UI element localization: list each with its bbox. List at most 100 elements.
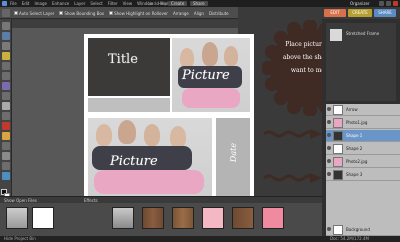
title-block[interactable]: Title bbox=[88, 38, 170, 96]
title-text: Title bbox=[108, 52, 138, 67]
option-auto-select[interactable]: Auto Select Layer bbox=[14, 11, 54, 16]
type-tool-button[interactable] bbox=[2, 102, 10, 110]
canvas-area[interactable]: Title Picture Picture Date bbox=[12, 28, 254, 199]
option-arrange[interactable]: Arrange bbox=[173, 11, 189, 16]
bin-thumbnail[interactable] bbox=[202, 207, 224, 229]
top-photo[interactable]: Picture bbox=[172, 38, 250, 112]
child-figure bbox=[144, 124, 160, 146]
hand-tool-button[interactable] bbox=[2, 42, 10, 50]
option-label: Show Highlight on Rollover bbox=[114, 10, 168, 16]
eraser-tool-button[interactable] bbox=[2, 152, 10, 160]
child-figure bbox=[224, 46, 238, 66]
date-text: Date bbox=[229, 142, 239, 163]
menu-enhance[interactable]: Enhance bbox=[52, 0, 69, 7]
bin-thumbnail[interactable] bbox=[172, 207, 194, 229]
eye-icon[interactable] bbox=[327, 146, 331, 150]
clone-stamp-tool-button[interactable] bbox=[2, 142, 10, 150]
tab-edit[interactable]: EDIT bbox=[324, 9, 346, 17]
eye-icon[interactable] bbox=[327, 120, 331, 124]
minimize-icon[interactable] bbox=[379, 1, 384, 6]
eye-icon[interactable] bbox=[327, 159, 331, 163]
menu-image[interactable]: Image bbox=[34, 0, 47, 7]
marquee-tool-button[interactable] bbox=[2, 62, 10, 70]
bin-thumbnail[interactable] bbox=[32, 207, 54, 229]
move-tool-icon bbox=[2, 9, 10, 17]
red-eye-tool-button[interactable] bbox=[2, 122, 10, 130]
menu-bar: File Edit Image Enhance Layer Select Fil… bbox=[0, 0, 400, 7]
window-controls bbox=[379, 1, 398, 6]
menu-file[interactable]: File bbox=[10, 0, 17, 7]
child-figure bbox=[118, 120, 136, 144]
crop-tool-button[interactable] bbox=[2, 112, 10, 120]
bin-thumbnail[interactable] bbox=[232, 207, 254, 229]
eye-icon[interactable] bbox=[327, 107, 331, 111]
tab-create[interactable]: CREATE bbox=[348, 9, 372, 17]
magic-wand-tool-button[interactable] bbox=[2, 82, 10, 90]
share-button[interactable]: Share bbox=[190, 1, 208, 6]
brush-tool-button[interactable] bbox=[2, 162, 10, 170]
eye-icon[interactable] bbox=[327, 133, 331, 137]
status-bar: Hide Project Bin Doc: 54.2M/172.4M bbox=[0, 236, 400, 242]
maximize-icon[interactable] bbox=[386, 1, 391, 6]
picture-text-bottom: Picture bbox=[110, 154, 158, 169]
option-distribute[interactable]: Distribute bbox=[209, 11, 229, 16]
layer-row[interactable]: Shape 2 bbox=[326, 143, 400, 155]
document-tab[interactable]: Title layout Design Learning Template.ps… bbox=[12, 20, 238, 36]
bottom-photo[interactable]: Picture bbox=[88, 118, 212, 196]
create-button[interactable]: Create bbox=[168, 1, 188, 6]
grey-band bbox=[88, 98, 170, 112]
layer-row[interactable]: Arrow bbox=[326, 104, 400, 116]
eye-icon[interactable] bbox=[327, 172, 331, 176]
clothing-shape bbox=[182, 88, 240, 108]
zoom-tool-button[interactable] bbox=[2, 32, 10, 40]
menu-edit[interactable]: Edit bbox=[22, 0, 30, 7]
layer-row[interactable]: Shape 3 bbox=[326, 169, 400, 181]
option-label: Distribute bbox=[208, 10, 229, 16]
selection-brush-tool-button[interactable] bbox=[2, 92, 10, 100]
option-bounding-box[interactable]: Show Bounding Box bbox=[59, 11, 104, 16]
layer-name: Arrow bbox=[346, 107, 358, 112]
undo-button[interactable]: Undo bbox=[148, 1, 158, 6]
project-bin-header: Show Open Files Effects bbox=[0, 196, 322, 203]
bin-thumbnail[interactable] bbox=[142, 207, 164, 229]
layer-name: Shape 1 bbox=[346, 133, 363, 138]
lasso-tool-button[interactable] bbox=[2, 72, 10, 80]
bin-thumbnail[interactable] bbox=[112, 207, 134, 229]
checkbox-icon[interactable] bbox=[59, 11, 64, 15]
layers-panel: Arrow Photo1.jpg Shape 1 Shape 2 Photo2.… bbox=[326, 104, 400, 236]
menu-view[interactable]: View bbox=[123, 0, 133, 7]
option-highlight[interactable]: Show Highlight on Rollover bbox=[109, 11, 168, 16]
picture-text-top: Picture bbox=[182, 68, 230, 83]
hide-bin-button[interactable]: Hide Project Bin bbox=[4, 236, 36, 242]
photoshop-elements-window: File Edit Image Enhance Layer Select Fil… bbox=[0, 0, 400, 242]
paint-bucket-tool-button[interactable] bbox=[2, 172, 10, 180]
child-figure bbox=[96, 124, 112, 146]
move-tool-button[interactable] bbox=[2, 22, 10, 30]
menu-select[interactable]: Select bbox=[90, 0, 102, 7]
tab-share[interactable]: SHARE bbox=[374, 9, 396, 17]
date-block[interactable]: Date bbox=[216, 118, 250, 196]
menu-filter[interactable]: Filter bbox=[108, 0, 118, 7]
healing-brush-tool-button[interactable] bbox=[2, 132, 10, 140]
layer-thumbnail bbox=[333, 225, 343, 235]
eyedropper-tool-button[interactable] bbox=[2, 52, 10, 60]
bin-thumbnail[interactable] bbox=[6, 207, 28, 229]
menu-layer[interactable]: Layer bbox=[74, 0, 85, 7]
bin-thumbnail[interactable] bbox=[262, 207, 284, 229]
layer-row-background[interactable]: Background bbox=[326, 224, 400, 236]
checkbox-icon[interactable] bbox=[109, 11, 114, 15]
layer-row-selected[interactable]: Shape 1 bbox=[326, 130, 400, 142]
effect-thumb[interactable] bbox=[330, 29, 342, 41]
eye-icon[interactable] bbox=[327, 227, 331, 231]
layer-thumbnail bbox=[333, 131, 343, 141]
layout-canvas[interactable]: Title Picture Picture Date bbox=[84, 34, 254, 199]
layer-thumbnail bbox=[333, 157, 343, 167]
option-align[interactable]: Align bbox=[194, 11, 204, 16]
checkbox-icon[interactable] bbox=[14, 11, 18, 15]
organizer-button[interactable]: Organizer bbox=[350, 0, 370, 7]
layer-thumbnail bbox=[333, 105, 343, 115]
layer-row[interactable]: Photo1.jpg bbox=[326, 117, 400, 129]
layer-row[interactable]: Photo2.jpg bbox=[326, 156, 400, 168]
close-icon[interactable] bbox=[393, 1, 398, 6]
effects-panel: Stretched Frame bbox=[326, 23, 396, 101]
